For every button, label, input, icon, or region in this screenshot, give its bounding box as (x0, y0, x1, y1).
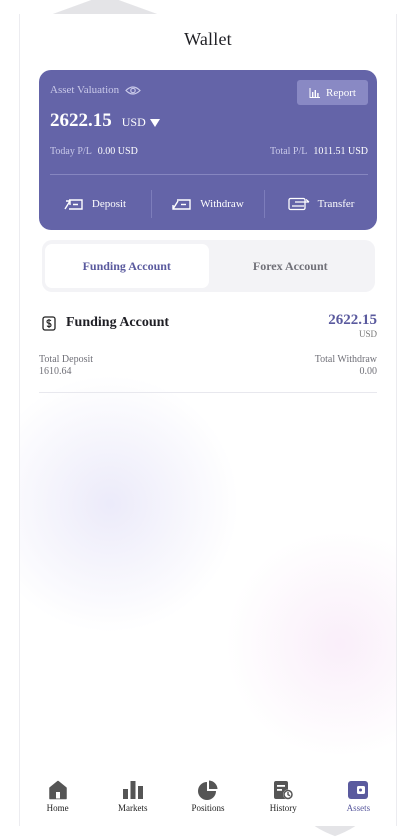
withdraw-label: Withdraw (200, 198, 244, 210)
account-tabs: Funding Account Forex Account (42, 240, 375, 292)
deposit-button[interactable]: Deposit (39, 197, 151, 211)
today-pl-label: Today P/L (50, 146, 92, 157)
account-balance: 2622.15 USD (328, 312, 377, 340)
phone-screen: Wallet Asset Valuation Report 2622.15 US… (19, 14, 397, 826)
asset-valuation-label-row: Asset Valuation (50, 84, 142, 96)
funding-account-summary: Funding Account 2622.15 USD Total Deposi… (39, 312, 377, 393)
today-pl-value: 0.00 USD (97, 146, 138, 157)
nav-assets-label: Assets (346, 803, 371, 813)
account-divider (39, 392, 377, 393)
home-icon (48, 780, 67, 800)
account-header: Funding Account 2622.15 USD (39, 312, 377, 340)
tab-forex-account[interactable]: Forex Account (209, 244, 373, 288)
background-glow (220, 534, 396, 754)
nav-home-label: Home (46, 803, 69, 813)
card-divider (50, 174, 368, 175)
balance-row: 2622.15 USD (50, 110, 160, 132)
total-withdraw-value: 0.00 (359, 366, 378, 377)
balance-value: 2622.15 (50, 110, 112, 131)
today-pl: Today P/L 0.00 USD (50, 146, 138, 157)
account-title: Funding Account (42, 315, 169, 331)
caret-down-icon (149, 118, 160, 127)
nav-home[interactable]: Home (20, 774, 95, 826)
total-withdraw: Total Withdraw 0.00 (315, 354, 377, 378)
total-pl: Total P/L 1011.51 USD (270, 146, 368, 157)
total-pl-label: Total P/L (270, 146, 308, 157)
account-name: Funding Account (66, 315, 170, 330)
withdraw-button[interactable]: Withdraw (152, 197, 264, 211)
account-currency: USD (358, 329, 377, 339)
currency-selector[interactable]: USD (122, 115, 160, 130)
transfer-icon (287, 197, 309, 211)
profit-loss-row: Today P/L 0.00 USD Total P/L 1011.51 USD (50, 146, 368, 157)
transfer-button[interactable]: Transfer (265, 197, 377, 211)
nav-markets[interactable]: Markets (95, 774, 170, 826)
transfer-label: Transfer (317, 198, 355, 210)
nav-assets[interactable]: Assets (321, 774, 396, 826)
nav-markets-label: Markets (118, 803, 148, 813)
account-amount: 2622.15 (328, 312, 377, 328)
page-header: Wallet (20, 14, 396, 64)
deposit-icon (64, 199, 83, 210)
asset-valuation-label: Asset Valuation (50, 84, 120, 96)
nav-history[interactable]: History (246, 774, 321, 826)
nav-positions[interactable]: Positions (170, 774, 245, 826)
report-button-label: Report (326, 86, 356, 99)
wallet-actions: Deposit Withdraw Transfer (39, 188, 377, 220)
eye-icon[interactable] (125, 85, 142, 96)
currency-label: USD (121, 115, 146, 129)
total-deposit-label: Total Deposit (39, 354, 94, 365)
total-withdraw-label: Total Withdraw (314, 354, 377, 365)
total-deposit-value: 1610.64 (39, 366, 72, 377)
bar-chart-icon (122, 781, 143, 799)
tab-funding-account[interactable]: Funding Account (45, 244, 209, 288)
bar-chart-small-icon (309, 87, 321, 98)
deposit-label: Deposit (91, 198, 127, 210)
nav-history-label: History (269, 803, 297, 813)
history-icon (274, 781, 294, 800)
asset-valuation-card: Asset Valuation Report 2622.15 USD Today… (39, 70, 377, 230)
wallet-icon (348, 781, 369, 799)
pie-chart-icon (198, 780, 218, 800)
withdraw-icon (172, 199, 191, 210)
dollar-document-icon (42, 315, 56, 331)
total-deposit: Total Deposit 1610.64 (39, 354, 93, 378)
total-pl-value: 1011.51 USD (313, 146, 368, 157)
account-stats: Total Deposit 1610.64 Total Withdraw 0.0… (39, 354, 377, 378)
bottom-navigation: Home Markets Positions History Assets (20, 774, 396, 826)
report-button[interactable]: Report (297, 80, 368, 105)
background-glow (20, 374, 240, 634)
page-title: Wallet (184, 28, 232, 49)
nav-positions-label: Positions (191, 803, 225, 813)
